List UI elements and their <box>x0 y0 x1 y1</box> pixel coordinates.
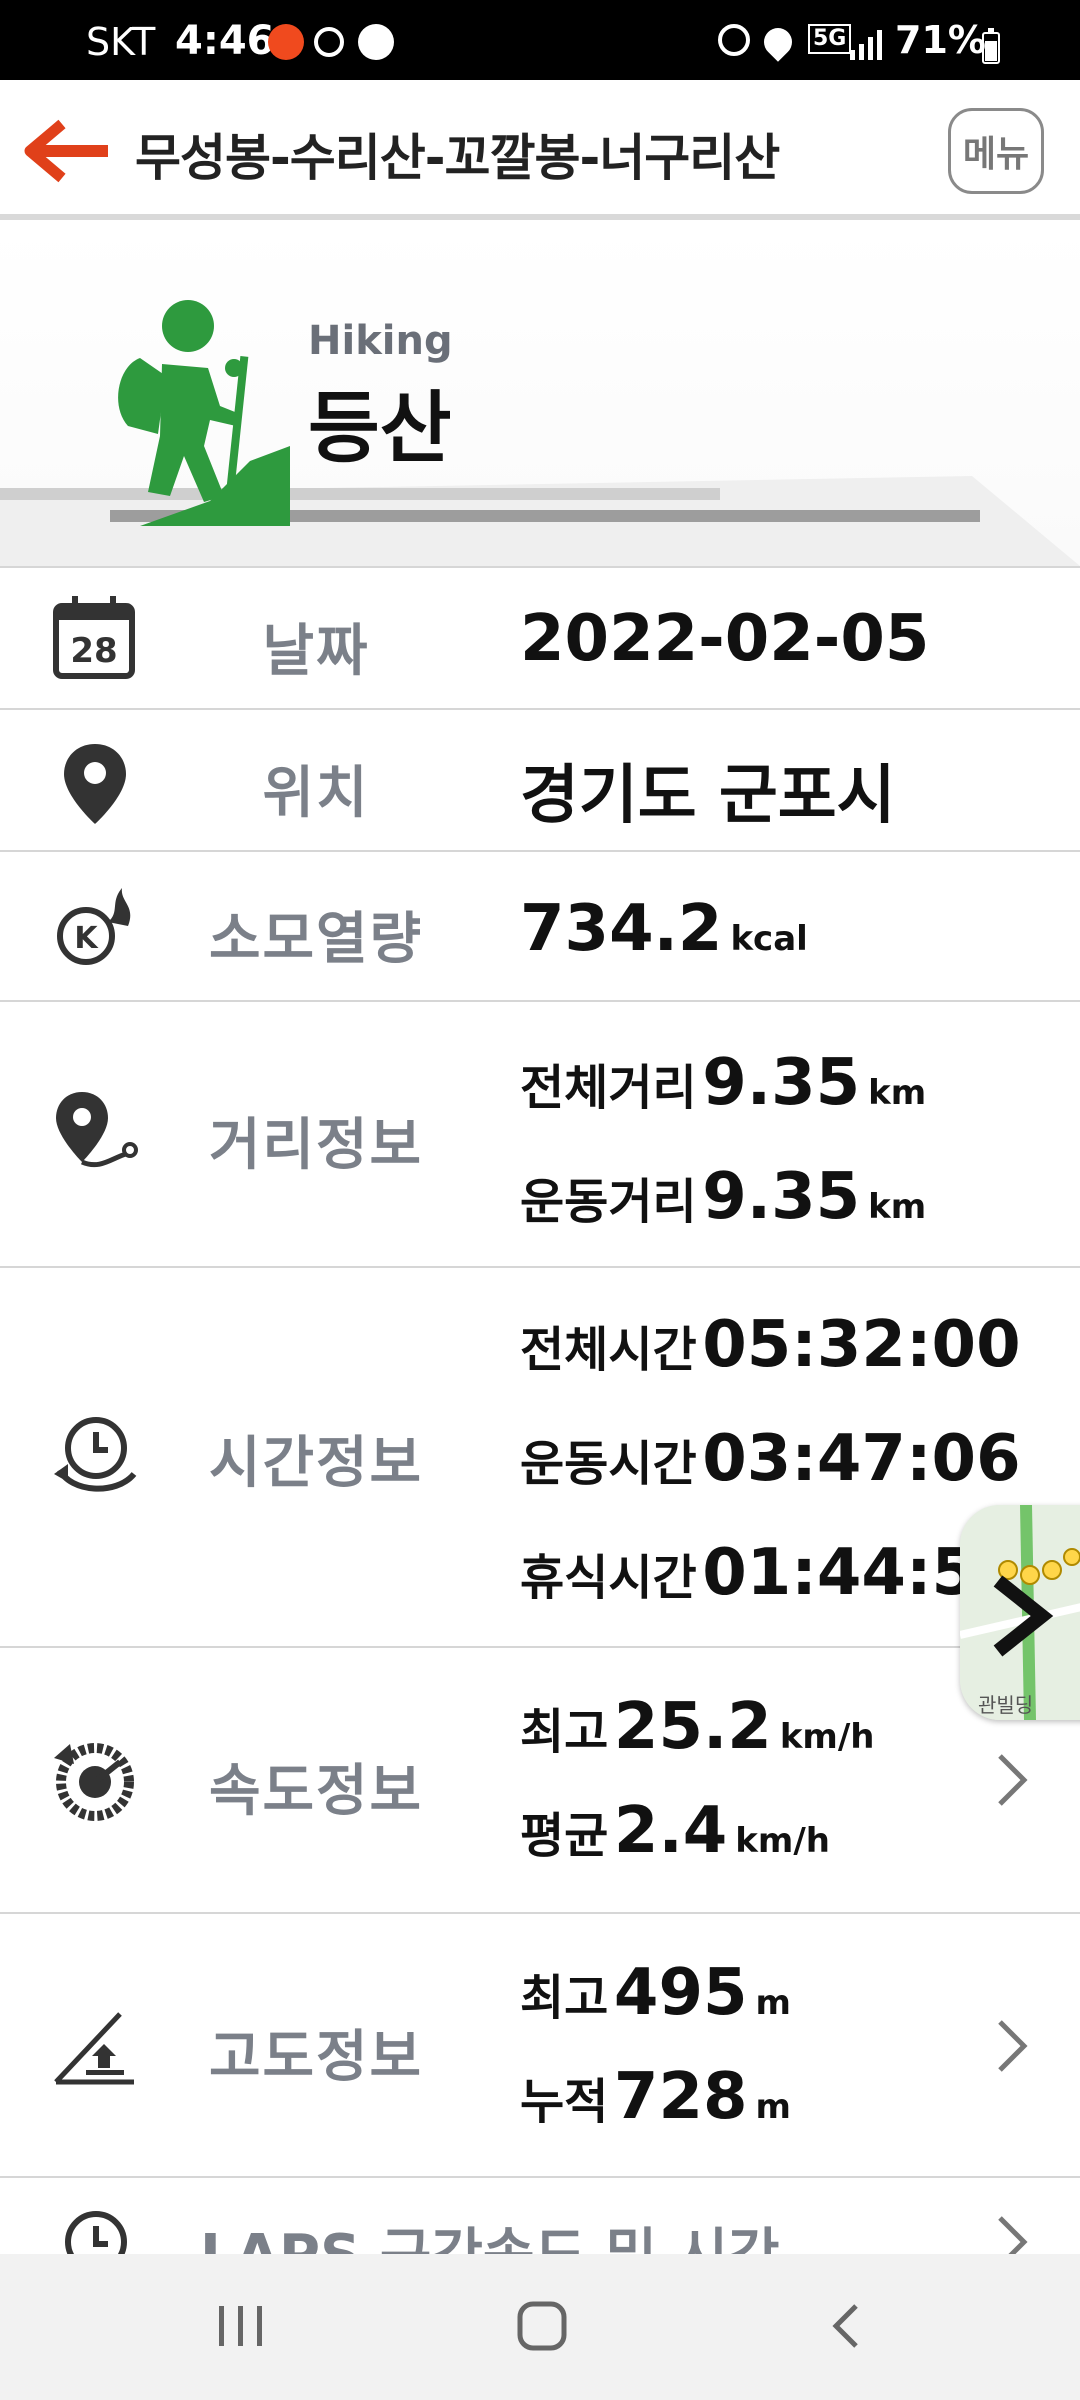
total-distance-label: 전체거리 <box>520 1060 697 1116</box>
exercise-distance: 운동거리 9.35 km <box>520 1160 926 1234</box>
location-pin-icon <box>64 744 126 824</box>
laps-label: LAPS 구간속도 및 시간 <box>200 2210 780 2254</box>
total-time-value: 05:32:00 <box>702 1308 1021 1382</box>
rest-time-label: 휴식시간 <box>520 1550 697 1606</box>
total-distance: 전체거리 9.35 km <box>520 1046 926 1120</box>
time-row: 시간정보 전체시간 05:32:00 운동시간 03:47:06 휴식시간 01… <box>0 1266 1080 1646</box>
avg-speed-value: 2.4 <box>613 1794 728 1868</box>
date-row: 28 날짜 2022-02-05 <box>0 566 1080 708</box>
svg-text:K: K <box>74 921 99 956</box>
back-icon[interactable] <box>826 2300 866 2352</box>
max-speed-unit: km/h <box>779 1717 875 1757</box>
avg-speed-unit: km/h <box>735 1821 830 1861</box>
cumulative-altitude: 누적 728 m <box>520 2060 791 2134</box>
activity-title: 등산 <box>308 384 452 474</box>
speed-chevron-right-icon[interactable] <box>992 1750 1032 1810</box>
cumulative-altitude-label: 누적 <box>520 2074 609 2130</box>
time-label: 시간정보 <box>208 1431 424 1496</box>
recent-apps-icon[interactable] <box>215 2300 267 2352</box>
max-speed-value: 25.2 <box>613 1690 772 1764</box>
map-preview-button[interactable]: 관빌딩 <box>960 1505 1080 1720</box>
laps-row[interactable]: LAPS 구간속도 및 시간 <box>0 2176 1080 2254</box>
alarm-icon <box>718 24 750 56</box>
calories-value-group: 734.2 kcal <box>520 892 808 966</box>
speedometer-icon <box>54 1743 134 1821</box>
calories-label: 소모열량 <box>208 907 424 972</box>
map-arrow-right-icon <box>993 1575 1054 1657</box>
activity-english-label: Hiking <box>308 318 453 364</box>
altitude-row[interactable]: 고도정보 최고 495 m 누적 728 m <box>0 1912 1080 2176</box>
hiker-icon <box>118 300 290 526</box>
altitude-label: 고도정보 <box>208 2025 424 2090</box>
exercise-distance-label: 운동거리 <box>520 1174 697 1230</box>
location-value: 경기도 군포시 <box>520 759 896 833</box>
total-distance-value: 9.35 <box>702 1046 861 1120</box>
calories-row: K 소모열량 734.2 kcal <box>0 850 1080 1000</box>
location-row: 위치 경기도 군포시 <box>0 708 1080 850</box>
rest-time: 휴식시간 01:44:54 <box>520 1536 1021 1610</box>
home-icon[interactable] <box>514 2298 570 2354</box>
exercise-distance-value: 9.35 <box>702 1160 861 1234</box>
b-app-icon <box>314 27 344 57</box>
altitude-chevron-right-icon[interactable] <box>992 2016 1032 2076</box>
activity-hero: Hiking 등산 <box>0 226 1080 566</box>
distance-row: 거리정보 전체거리 9.35 km 운동거리 9.35 km <box>0 1000 1080 1266</box>
clock-refresh-icon <box>54 1417 137 1492</box>
avg-speed-label: 평균 <box>520 1808 609 1864</box>
app-header: 무성봉-수리산-꼬깔봉-너구리산 메뉴 <box>0 80 1080 220</box>
max-speed-label: 최고 <box>520 1704 609 1760</box>
date-value: 2022-02-05 <box>520 602 930 676</box>
battery-icon <box>982 28 1000 64</box>
exercise-time: 운동시간 03:47:06 <box>520 1422 1021 1496</box>
system-nav-bar <box>0 2254 1080 2400</box>
speed-label: 속도정보 <box>208 1759 424 1824</box>
map-place-label: 관빌딩 <box>978 1693 1034 1717</box>
page-title: 무성봉-수리산-꼬깔봉-너구리산 <box>135 129 780 187</box>
signal-icon <box>850 30 882 60</box>
total-time-label: 전체시간 <box>520 1322 697 1378</box>
c-app-icon <box>268 24 304 60</box>
max-speed: 최고 25.2 km/h <box>520 1690 874 1764</box>
cumulative-altitude-value: 728 <box>613 2060 748 2134</box>
laps-chevron-right-icon[interactable] <box>992 2212 1032 2254</box>
calendar-icon: 28 <box>53 596 135 679</box>
exercise-distance-unit: km <box>868 1187 927 1227</box>
total-time: 전체시간 05:32:00 <box>520 1308 1021 1382</box>
network-5g-label: 5G <box>808 24 852 54</box>
location-label: 위치 <box>262 761 370 826</box>
carrier-label: SKT <box>86 20 156 64</box>
altitude-slope-icon <box>54 2012 134 2085</box>
location-icon <box>758 22 798 62</box>
exercise-time-label: 운동시간 <box>520 1436 697 1492</box>
menu-button[interactable]: 메뉴 <box>948 108 1044 194</box>
exercise-time-value: 03:47:06 <box>702 1422 1021 1496</box>
calories-value: 734.2 <box>520 892 723 966</box>
clock: 4:46 <box>175 18 275 64</box>
status-bar: SKT 4:46 5G 71% <box>0 0 1080 80</box>
laps-clock-icon <box>65 2211 127 2254</box>
battery-percent: 71% <box>895 18 986 62</box>
avg-speed: 평균 2.4 km/h <box>520 1794 830 1868</box>
max-altitude: 최고 495 m <box>520 1956 791 2030</box>
calorie-burn-icon: K <box>57 888 131 965</box>
svg-text:28: 28 <box>70 631 117 671</box>
back-arrow-icon[interactable] <box>22 116 112 186</box>
max-altitude-value: 495 <box>613 1956 748 2030</box>
cumulative-altitude-unit: m <box>755 2087 791 2127</box>
distance-route-icon <box>56 1092 138 1168</box>
talk-icon <box>358 24 394 60</box>
date-label: 날짜 <box>262 619 370 684</box>
distance-label: 거리정보 <box>208 1113 424 1178</box>
max-altitude-label: 최고 <box>520 1970 609 2026</box>
speed-row[interactable]: 속도정보 최고 25.2 km/h 평균 2.4 km/h <box>0 1646 1080 1912</box>
max-altitude-unit: m <box>755 1983 791 2023</box>
calories-unit: kcal <box>730 919 808 959</box>
total-distance-unit: km <box>868 1073 927 1113</box>
